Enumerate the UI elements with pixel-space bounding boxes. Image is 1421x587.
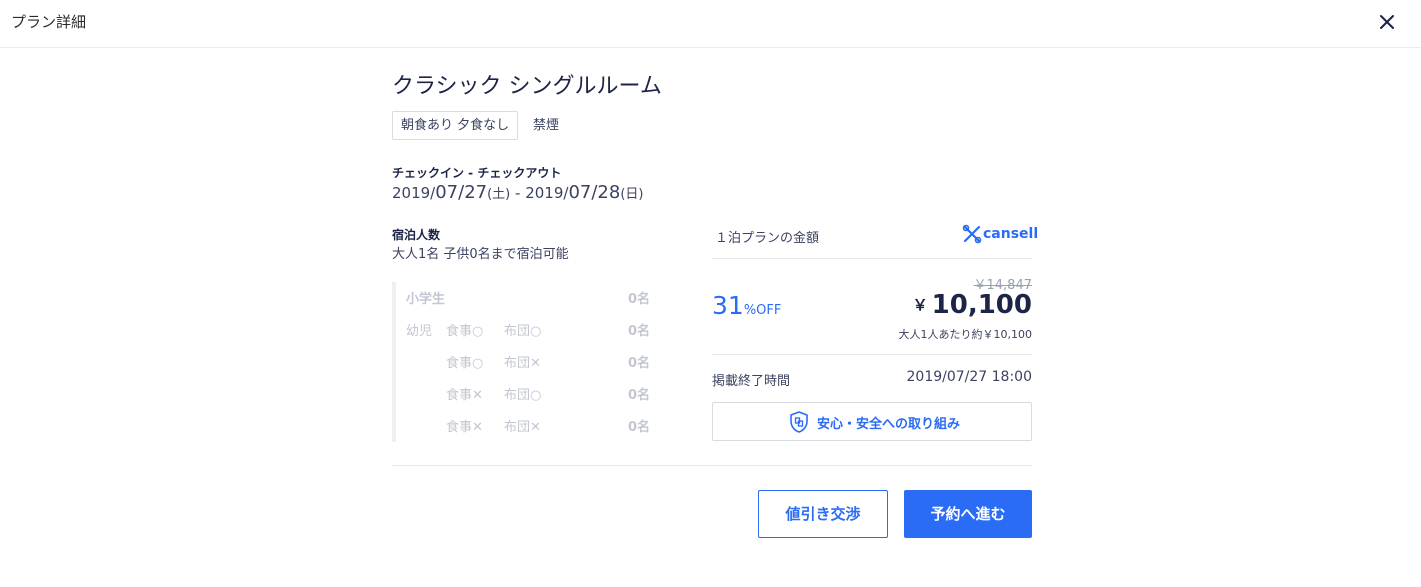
checkin-year: 2019/ (392, 184, 436, 202)
child-row-infant: 食事✕ 布団○ 0名 (406, 384, 650, 404)
shield-icon (790, 411, 808, 433)
safety-label: 安心・安全への取り組み (817, 417, 961, 432)
meal-option: 食事✕ (446, 388, 483, 403)
checkout-year: 2019/ (525, 184, 569, 202)
discount-unit: %OFF (743, 303, 782, 318)
price-header: １泊プランの金額 cansell (712, 218, 1038, 259)
cansell-logo-icon (962, 224, 982, 244)
futon-option: 布団○ (504, 388, 542, 403)
child-row-infant: 幼児 食事○ 布団○ 0名 (406, 320, 650, 340)
meal-option: 食事○ (446, 356, 484, 371)
checkout-day: (日) (620, 187, 644, 202)
checkin-date: 07/27 (435, 182, 488, 203)
meal-tag: 朝食あり 夕食なし (392, 111, 519, 140)
stay-dates: 2019/07/27(土) - 2019/07/28(日) (392, 182, 643, 203)
deadline-label: 掲載終了時間 (712, 374, 791, 389)
child-count: 0名 (627, 324, 650, 339)
child-count: 0名 (627, 388, 650, 403)
child-count: 0名 (627, 420, 650, 435)
checkout-date: 07/28 (568, 182, 621, 203)
smoking-tag: 禁煙 (533, 118, 560, 133)
discount-number: 31 (712, 291, 744, 320)
date-separator: - (510, 184, 526, 202)
child-row-infant: 食事○ 布団✕ 0名 (406, 352, 650, 372)
futon-option: 布団✕ (504, 356, 541, 371)
per-adult-price: 大人1人あたり約￥10,100 (898, 328, 1033, 341)
reserve-button[interactable]: 予約へ進む (904, 490, 1032, 538)
meal-option: 食事○ (446, 324, 484, 339)
close-icon[interactable] (1373, 8, 1401, 36)
modal-title: プラン詳細 (11, 13, 87, 31)
child-category-label: 幼児 (406, 324, 433, 339)
sale-price: ￥ 10,100 (913, 290, 1032, 320)
child-count: 0名 (627, 356, 650, 371)
room-name: クラシック シングルルーム (392, 74, 662, 99)
child-row-elementary: 小学生 0名 (406, 288, 650, 308)
cansell-logo: cansell (962, 224, 1038, 246)
discount-rate: 31%OFF (712, 291, 781, 320)
deadline-value: 2019/07/27 18:00 (906, 369, 1033, 385)
checkin-checkout-label: チェックイン - チェックアウト (392, 166, 562, 180)
price-amount: 10,100 (931, 290, 1032, 320)
price-title: １泊プランの金額 (715, 231, 820, 246)
meal-option: 食事✕ (446, 420, 483, 435)
child-count: 0名 (627, 292, 650, 307)
modal-header: プラン詳細 (0, 0, 1421, 48)
checkin-day: (土) (487, 187, 511, 202)
child-category-label: 小学生 (406, 292, 446, 307)
safety-initiatives-button[interactable]: 安心・安全への取り組み (712, 402, 1032, 441)
divider (392, 465, 1032, 466)
divider (712, 354, 1032, 355)
currency-symbol: ￥ (912, 296, 928, 314)
futon-option: 布団○ (504, 324, 542, 339)
guests-capacity: 大人1名 子供0名まで宿泊可能 (392, 247, 569, 262)
cansell-brand: cansell (983, 226, 1039, 242)
child-row-infant: 食事✕ 布団✕ 0名 (406, 416, 650, 436)
negotiate-button[interactable]: 値引き交渉 (758, 490, 888, 538)
futon-option: 布団✕ (504, 420, 541, 435)
children-breakdown: 小学生 0名 幼児 食事○ 布団○ 0名 食事○ 布団✕ 0名 食事✕ 布団○ … (392, 282, 650, 442)
guests-label: 宿泊人数 (392, 228, 441, 242)
